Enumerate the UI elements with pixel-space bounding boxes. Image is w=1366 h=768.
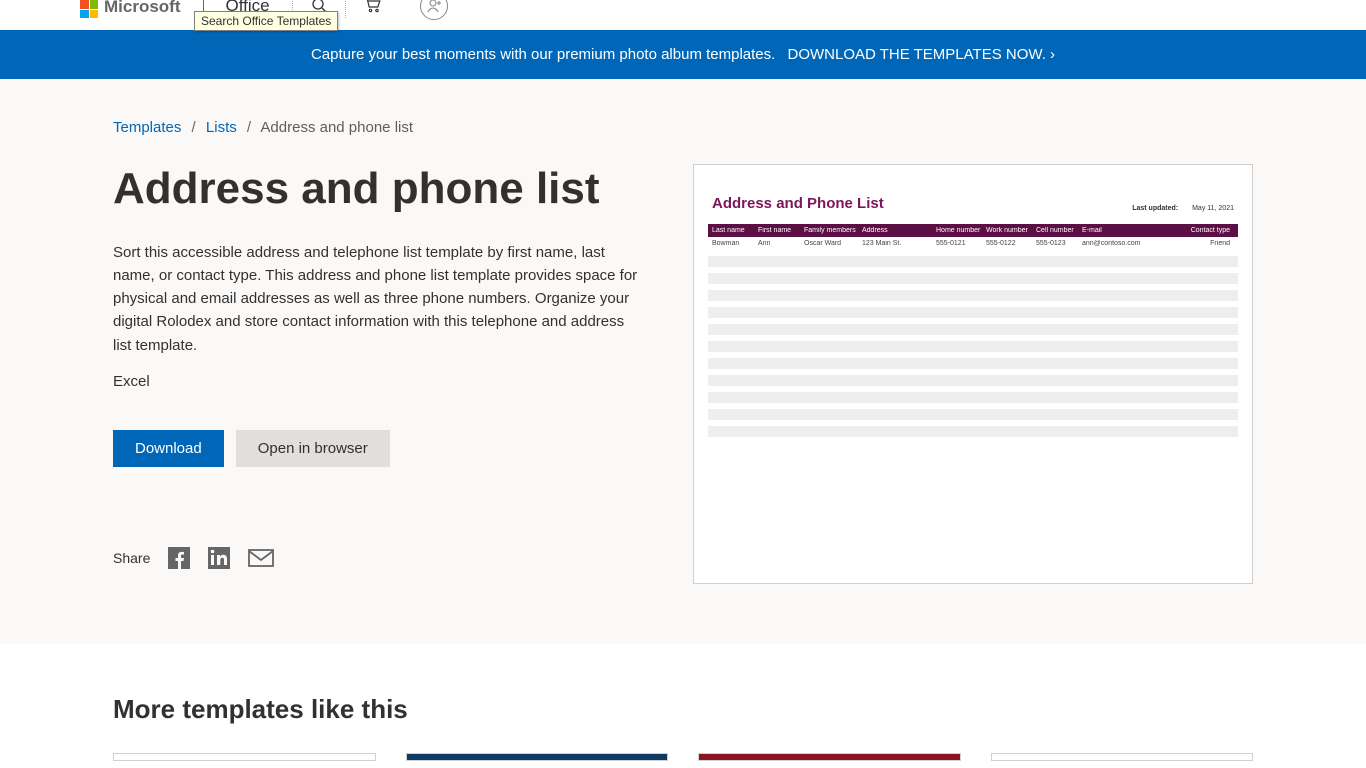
cart-button[interactable] bbox=[354, 0, 392, 13]
microsoft-logo[interactable]: Microsoft bbox=[80, 0, 181, 18]
preview-title: Address and Phone List bbox=[712, 195, 884, 212]
app-label: Excel bbox=[113, 373, 643, 390]
promo-banner: Capture your best moments with our premi… bbox=[0, 30, 1366, 79]
microsoft-wordmark: Microsoft bbox=[104, 0, 181, 17]
search-tooltip: Search Office Templates bbox=[194, 11, 338, 31]
preview-empty-row bbox=[708, 341, 1238, 352]
preview-empty-row bbox=[708, 307, 1238, 318]
open-in-browser-button[interactable]: Open in browser bbox=[236, 430, 390, 467]
related-template-1[interactable] bbox=[113, 753, 376, 761]
related-template-3[interactable] bbox=[698, 753, 961, 761]
preview-empty-row bbox=[708, 392, 1238, 403]
facebook-icon bbox=[168, 547, 190, 569]
breadcrumb-templates[interactable]: Templates bbox=[113, 119, 181, 136]
download-button[interactable]: Download bbox=[113, 430, 224, 467]
linkedin-icon bbox=[208, 547, 230, 569]
preview-empty-row bbox=[708, 273, 1238, 284]
microsoft-squares-icon bbox=[80, 0, 98, 18]
divider bbox=[345, 0, 346, 18]
chevron-right-icon: / bbox=[192, 119, 196, 136]
more-templates-heading: More templates like this bbox=[103, 694, 1263, 725]
share-facebook[interactable] bbox=[168, 547, 190, 569]
banner-text: Capture your best moments with our premi… bbox=[311, 46, 775, 63]
banner-cta-link[interactable]: DOWNLOAD THE TEMPLATES NOW. › bbox=[788, 46, 1056, 63]
preview-empty-row bbox=[708, 324, 1238, 335]
preview-empty-row bbox=[708, 358, 1238, 369]
breadcrumb-current: Address and phone list bbox=[260, 119, 413, 136]
breadcrumb-lists[interactable]: Lists bbox=[206, 119, 237, 136]
signin-button[interactable] bbox=[420, 0, 448, 20]
page-title: Address and phone list bbox=[113, 164, 643, 215]
preview-table-row: Bowman Ann Oscar Ward 123 Main St. 555-0… bbox=[708, 237, 1238, 250]
template-preview: Address and Phone List Last updated:May … bbox=[693, 164, 1253, 584]
preview-last-updated: Last updated:May 11, 2021 bbox=[1132, 205, 1234, 212]
template-description: Sort this accessible address and telepho… bbox=[113, 241, 643, 357]
preview-empty-row bbox=[708, 426, 1238, 437]
mail-icon bbox=[248, 548, 274, 568]
related-template-4[interactable] bbox=[991, 753, 1254, 761]
breadcrumb: Templates / Lists / Address and phone li… bbox=[113, 119, 1253, 136]
cart-icon bbox=[364, 0, 382, 13]
share-email[interactable] bbox=[248, 548, 274, 568]
preview-empty-row bbox=[708, 409, 1238, 420]
preview-empty-row bbox=[708, 256, 1238, 267]
share-label: Share bbox=[113, 550, 150, 566]
share-linkedin[interactable] bbox=[208, 547, 230, 569]
preview-empty-row bbox=[708, 290, 1238, 301]
person-add-icon bbox=[425, 0, 443, 15]
preview-empty-row bbox=[708, 375, 1238, 386]
chevron-right-icon: / bbox=[247, 119, 251, 136]
related-template-2[interactable] bbox=[406, 753, 669, 761]
preview-table-header: Last name First name Family members Addr… bbox=[708, 224, 1238, 237]
